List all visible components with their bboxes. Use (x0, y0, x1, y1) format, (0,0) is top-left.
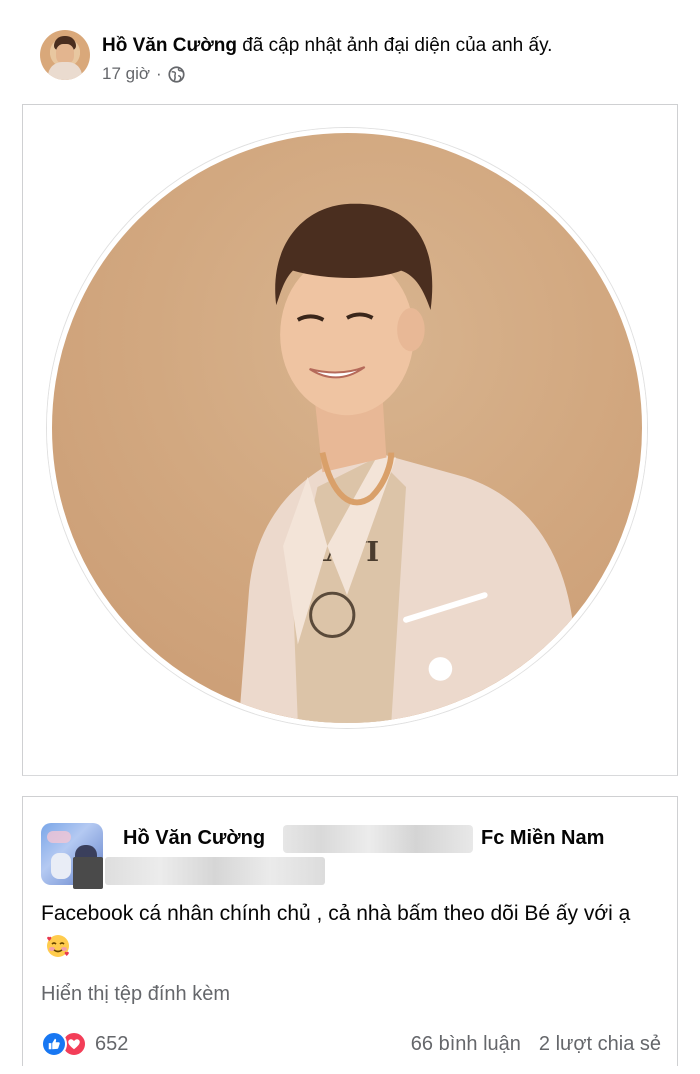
comments-count-link[interactable]: 66 bình luận (411, 1033, 521, 1056)
post-text: Facebook cá nhân chính chủ , cả nhà bấm … (41, 902, 631, 925)
like-reaction-icon (41, 1031, 67, 1057)
author-avatar[interactable] (40, 30, 90, 80)
blurred-text (283, 825, 473, 853)
group-name[interactable]: Fc Miền Nam (481, 827, 604, 850)
author-name[interactable]: Hồ Văn Cường (102, 35, 237, 56)
post-separator (0, 782, 700, 796)
post-footer: 652 66 bình luận 2 lượt chia sẻ (41, 1029, 661, 1059)
reaction-count: 652 (95, 1032, 129, 1055)
group-post: Hồ Văn Cường Fc Miền Nam Facebook cá nhâ… (22, 796, 678, 1066)
meta-separator: · (156, 64, 162, 83)
author-name[interactable]: Hồ Văn Cường (123, 827, 265, 850)
show-attachments-link[interactable]: Hiển thị tệp đính kèm (41, 983, 230, 1006)
post-stats: 66 bình luận 2 lượt chia sẻ (411, 1033, 661, 1056)
post-meta: Hồ Văn Cường đã cập nhật ảnh đại diện củ… (102, 34, 552, 90)
smiling-face-with-hearts-icon (47, 935, 69, 957)
profile-update-post: Hồ Văn Cường đã cập nhật ảnh đại diện củ… (0, 0, 700, 790)
globe-icon (168, 65, 185, 83)
post-header: Hồ Văn Cường đã cập nhật ảnh đại diện củ… (40, 30, 552, 90)
portrait-illustration: RAVI (238, 203, 584, 723)
post-timestamp[interactable]: 17 giờ (102, 64, 150, 84)
blurred-subline (105, 857, 325, 885)
post-headline: Hồ Văn Cường đã cập nhật ảnh đại diện củ… (102, 34, 552, 58)
post-body: Facebook cá nhân chính chủ , cả nhà bấm … (41, 897, 665, 965)
post-subline: 17 giờ · (102, 64, 552, 84)
post-action-text: đã cập nhật ảnh đại diện của anh ấy. (242, 35, 553, 56)
profile-photo[interactable]: RAVI (47, 128, 647, 728)
shares-count-link[interactable]: 2 lượt chia sẻ (539, 1033, 661, 1056)
reactions-summary[interactable]: 652 (41, 1031, 128, 1057)
redacted-block (73, 857, 103, 889)
